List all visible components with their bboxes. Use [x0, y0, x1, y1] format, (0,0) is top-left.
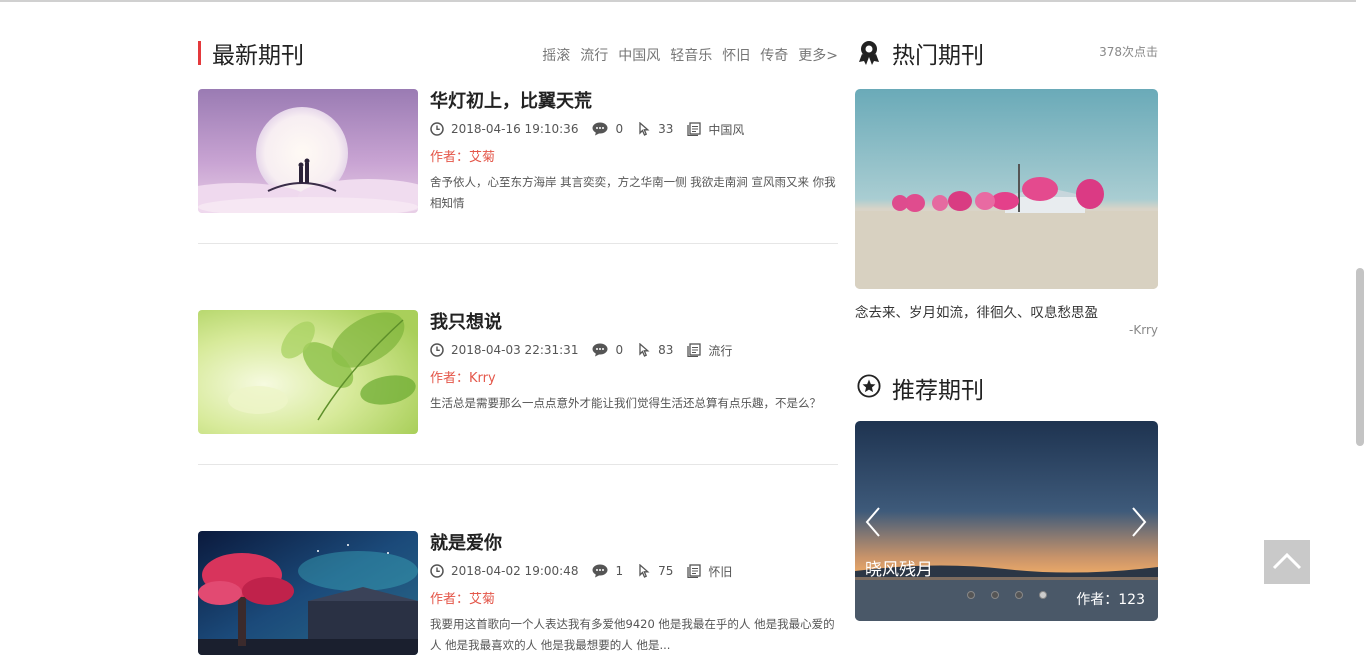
- category-chinese[interactable]: 中国风: [618, 45, 660, 65]
- category-more[interactable]: 更多>: [798, 45, 838, 65]
- article-comments: 0: [615, 343, 624, 357]
- article-desc: 舍予依人，心至东方海岸 其言奕奕，方之华南一侧 我欲走南涧 宣风雨又来 你我相知…: [430, 175, 836, 210]
- article-meta: 2018-04-03 22:31:31 0 83 流行: [430, 340, 840, 360]
- article-comments: 1: [615, 564, 624, 578]
- sidebar: 热门期刊 378次点击 念去来、岁月如流，徘徊久、叹息愁思盈 -Krry 推荐期…: [855, 30, 1158, 621]
- divider: [198, 243, 838, 244]
- scrollbar-thumb[interactable]: [1356, 268, 1364, 446]
- article-clicks: 83: [658, 343, 674, 357]
- article-title[interactable]: 华灯初上，比翼天荒: [430, 89, 840, 115]
- comment-icon: [592, 122, 608, 136]
- article-meta: 2018-04-02 19:00:48 1 75 怀旧: [430, 561, 840, 581]
- category-pop[interactable]: 流行: [580, 45, 608, 65]
- recommend-carousel[interactable]: 晓风残月 作者：123: [855, 421, 1158, 621]
- article-author[interactable]: 作者：艾菊: [430, 148, 840, 168]
- chevron-up-icon: [1272, 552, 1302, 570]
- recommend-header: 推荐期刊: [855, 365, 1158, 409]
- carousel-caption[interactable]: 晓风残月: [865, 555, 933, 580]
- article-desc: 生活总是需要那么一点点意外才能让我们觉得生活还总算有点乐趣，不是么？: [430, 396, 821, 410]
- recommend-title: 推荐期刊: [892, 378, 984, 404]
- carousel-dot[interactable]: [991, 591, 999, 599]
- article-clicks: 33: [658, 122, 674, 136]
- hot-header: 热门期刊 378次点击: [855, 30, 1158, 74]
- article-clicks: 75: [658, 564, 674, 578]
- clock-icon: [430, 122, 444, 136]
- carousel-dot[interactable]: [1039, 591, 1047, 599]
- category-nostalgia[interactable]: 怀旧: [722, 45, 750, 65]
- chevron-left-icon[interactable]: [863, 505, 883, 539]
- clock-icon: [430, 343, 444, 357]
- article-body: 就是爱你 2018-04-02 19:00:48 1 75 怀旧 作者：艾菊 我…: [430, 531, 840, 656]
- latest-section: 最新期刊 摇滚 流行 中国风 轻音乐 怀旧 传奇 更多> 华灯初上，比翼天荒 2…: [198, 30, 838, 655]
- article-meta: 2018-04-16 19:10:36 0 33 中国风: [430, 119, 840, 139]
- back-to-top-button[interactable]: [1264, 540, 1310, 584]
- category-light[interactable]: 轻音乐: [670, 45, 712, 65]
- latest-title: 最新期刊: [212, 43, 304, 69]
- article-comments: 0: [615, 122, 624, 136]
- hot-quote[interactable]: 念去来、岁月如流，徘徊久、叹息愁思盈: [855, 301, 1098, 321]
- article-thumbnail[interactable]: [198, 310, 418, 434]
- category-nav: 摇滚 流行 中国风 轻音乐 怀旧 传奇 更多>: [542, 45, 838, 65]
- article-thumbnail[interactable]: [198, 89, 418, 213]
- article-title[interactable]: 就是爱你: [430, 531, 840, 557]
- hot-clicks: 378次点击: [1099, 45, 1158, 59]
- carousel-author: 作者：123: [1076, 592, 1145, 608]
- article-body: 华灯初上，比翼天荒 2018-04-16 19:10:36 0 33 中国风 作…: [430, 89, 840, 214]
- star-icon: [857, 374, 881, 398]
- hot-image[interactable]: [855, 89, 1158, 289]
- divider: [198, 464, 838, 465]
- article-datetime: 2018-04-16 19:10:36: [451, 122, 579, 136]
- cursor-icon: [639, 564, 650, 578]
- category-icon: [687, 564, 702, 578]
- comment-icon: [592, 343, 608, 357]
- hot-author: -Krry: [1129, 323, 1158, 337]
- article-desc: 我要用这首歌向一个人表达我有多爱他9420 他是我最在乎的人 他是我最心爱的人 …: [430, 617, 835, 652]
- hot-title: 热门期刊: [892, 43, 984, 69]
- comment-icon: [592, 564, 608, 578]
- article-category[interactable]: 中国风: [708, 121, 744, 138]
- carousel-dots: [967, 591, 1047, 599]
- category-legend[interactable]: 传奇: [760, 45, 788, 65]
- latest-header: 最新期刊 摇滚 流行 中国风 轻音乐 怀旧 传奇 更多>: [198, 30, 838, 74]
- top-border: [0, 0, 1366, 2]
- article-body: 我只想说 2018-04-03 22:31:31 0 83 流行 作者：Krry…: [430, 310, 840, 414]
- article-datetime: 2018-04-03 22:31:31: [451, 343, 579, 357]
- section-accent-bar: [198, 41, 201, 65]
- cursor-icon: [639, 343, 650, 357]
- article-category[interactable]: 怀旧: [708, 563, 732, 580]
- article-author[interactable]: 作者：艾菊: [430, 590, 840, 610]
- carousel-dot[interactable]: [967, 591, 975, 599]
- chevron-right-icon[interactable]: [1129, 505, 1149, 539]
- clock-icon: [430, 564, 444, 578]
- award-icon: [859, 41, 879, 65]
- category-rock[interactable]: 摇滚: [542, 45, 570, 65]
- carousel-dot[interactable]: [1015, 591, 1023, 599]
- article-title[interactable]: 我只想说: [430, 310, 840, 336]
- article-author[interactable]: 作者：Krry: [430, 369, 840, 389]
- cursor-icon: [639, 122, 650, 136]
- article-datetime: 2018-04-02 19:00:48: [451, 564, 579, 578]
- category-icon: [687, 343, 702, 357]
- article-category[interactable]: 流行: [708, 342, 732, 359]
- category-icon: [687, 122, 702, 136]
- article-thumbnail[interactable]: [198, 531, 418, 655]
